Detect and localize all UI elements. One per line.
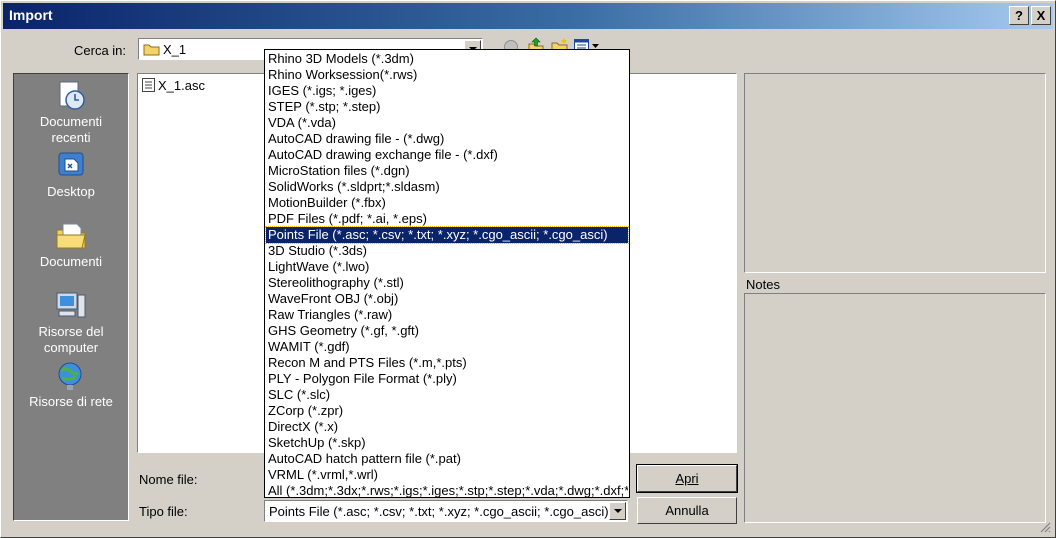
network-icon <box>58 362 82 390</box>
place-network[interactable]: Risorse di rete <box>14 360 128 410</box>
import-dialog: Import ? X Cerca in: X_1 Documenti recen… <box>0 0 1056 538</box>
place-label: Risorse del <box>38 324 104 339</box>
filetype-option[interactable]: STEP (*.stp; *.step) <box>266 99 628 115</box>
file-item[interactable]: X_1.asc <box>142 78 205 93</box>
notes-pane[interactable] <box>744 293 1046 523</box>
places-bar: Documenti recenti Desktop Documenti Riso… <box>13 73 129 521</box>
filetype-option[interactable]: MotionBuilder (*.fbx) <box>266 195 628 211</box>
cancel-button-label: Annulla <box>665 503 709 518</box>
folder-icon <box>143 44 160 56</box>
help-button[interactable]: ? <box>1009 6 1029 25</box>
place-label: Risorse di rete <box>29 394 113 409</box>
place-label-2: computer <box>43 340 99 355</box>
filetype-label: Tipo file: <box>139 504 188 519</box>
place-label-2: recenti <box>51 130 91 145</box>
filetype-option[interactable]: VRML (*.vrml,*.wrl) <box>266 467 628 483</box>
filetype-option[interactable]: Points File (*.asc; *.csv; *.txt; *.xyz;… <box>265 226 629 244</box>
filetype-option[interactable]: AutoCAD drawing file - (*.dwg) <box>266 131 628 147</box>
notes-label: Notes <box>746 277 780 292</box>
filetype-dropdown-arrow[interactable] <box>609 502 626 520</box>
filetype-option[interactable]: SketchUp (*.skp) <box>266 435 628 451</box>
filetype-option[interactable]: PDF Files (*.pdf; *.ai, *.eps) <box>266 211 628 227</box>
filetype-option[interactable]: Raw Triangles (*.raw) <box>266 307 628 323</box>
filetype-dropdown-list[interactable]: Rhino 3D Models (*.3dm) Rhino Worksession… <box>264 49 630 498</box>
filetype-option[interactable]: GHS Geometry (*.gf, *.gft) <box>266 323 628 339</box>
filetype-option[interactable]: Rhino Worksession(*.rws) <box>266 67 628 83</box>
text-file-icon <box>142 78 155 92</box>
filetype-option[interactable]: SolidWorks (*.sldprt;*.sldasm) <box>266 179 628 195</box>
filetype-option[interactable]: AutoCAD hatch pattern file (*.pat) <box>266 451 628 467</box>
preview-pane <box>744 73 1046 273</box>
documents-folder-icon <box>56 223 86 249</box>
place-desktop[interactable]: Desktop <box>14 150 128 200</box>
filetype-combo[interactable]: Points File (*.asc; *.csv; *.txt; *.xyz;… <box>264 500 628 522</box>
place-documents[interactable]: Documenti <box>14 220 128 270</box>
filetype-option[interactable]: AutoCAD drawing exchange file - (*.dxf) <box>266 147 628 163</box>
filetype-option[interactable]: Rhino 3D Models (*.3dm) <box>266 51 628 67</box>
filetype-option[interactable]: PLY - Polygon File Format (*.ply) <box>266 371 628 387</box>
dialog-title: Import <box>9 7 53 23</box>
desktop-icon <box>58 152 84 176</box>
filetype-option[interactable]: ZCorp (*.zpr) <box>266 403 628 419</box>
place-label: Documenti <box>39 254 103 269</box>
recent-documents-icon <box>59 81 85 110</box>
title-bar[interactable]: Import ? X <box>3 3 1053 29</box>
open-button[interactable]: Apri <box>636 464 738 493</box>
filetype-option[interactable]: IGES (*.igs; *.iges) <box>266 83 628 99</box>
file-name: X_1.asc <box>158 78 205 93</box>
lookin-label: Cerca in: <box>74 43 127 58</box>
filetype-option[interactable]: VDA (*.vda) <box>266 115 628 131</box>
cancel-button[interactable]: Annulla <box>637 497 737 524</box>
filename-label: Nome file: <box>139 472 198 487</box>
resize-grip-icon[interactable] <box>1039 521 1051 533</box>
my-computer-icon <box>56 292 86 318</box>
filetype-option[interactable]: 3D Studio (*.3ds) <box>266 243 628 259</box>
filetype-value: Points File (*.asc; *.csv; *.txt; *.xyz;… <box>269 504 609 519</box>
close-button[interactable]: X <box>1031 6 1051 25</box>
filetype-option[interactable]: Recon M and PTS Files (*.m,*.pts) <box>266 355 628 371</box>
lookin-value: X_1 <box>163 42 187 57</box>
filetype-option[interactable]: WAMIT (*.gdf) <box>266 339 628 355</box>
filetype-option[interactable]: LightWave (*.lwo) <box>266 259 628 275</box>
place-label: Desktop <box>47 184 95 199</box>
filetype-option[interactable]: WaveFront OBJ (*.obj) <box>266 291 628 307</box>
filetype-option[interactable]: DirectX (*.x) <box>266 419 628 435</box>
open-button-label: Apri <box>675 471 699 486</box>
filetype-option[interactable]: SLC (*.slc) <box>266 387 628 403</box>
filetype-option[interactable]: MicroStation files (*.dgn) <box>266 163 628 179</box>
place-label: Documenti <box>39 114 103 129</box>
place-recent-documents[interactable]: Documenti recenti <box>14 80 128 146</box>
place-my-computer[interactable]: Risorse del computer <box>14 290 128 356</box>
filetype-option[interactable]: All (*.3dm;*.3dx;*.rws;*.igs;*.iges;*.st… <box>266 483 628 499</box>
filetype-option[interactable]: Stereolithography (*.stl) <box>266 275 628 291</box>
